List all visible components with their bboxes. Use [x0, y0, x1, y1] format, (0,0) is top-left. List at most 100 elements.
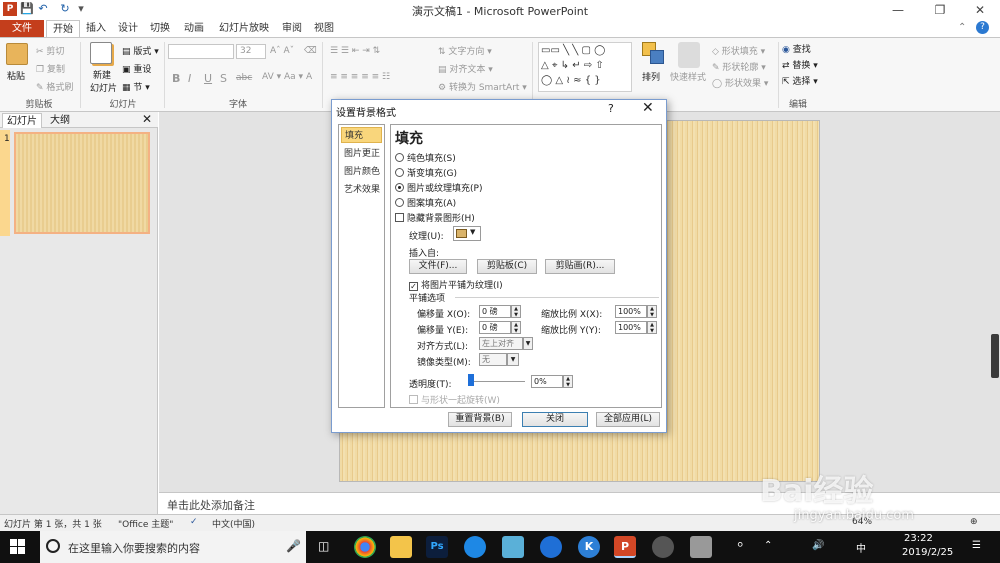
tab-slideshow[interactable]: 幻灯片放映	[214, 20, 274, 38]
tab-file[interactable]: 文件	[0, 20, 44, 38]
scale-x-input[interactable]: 100%	[615, 305, 647, 318]
cut-button[interactable]: ✂ 剪切	[36, 44, 64, 57]
align-text-button[interactable]: ▤ 对齐文本 ▾	[438, 62, 493, 75]
font-name-box[interactable]	[168, 44, 234, 59]
copy-button[interactable]: ❐ 复制	[36, 62, 65, 75]
app-icon-blue[interactable]	[464, 536, 486, 558]
bullets-icon[interactable]: ☰ ☰ ⇤ ⇥ ⇅	[330, 46, 380, 56]
ime-indicator[interactable]: 中	[856, 540, 866, 555]
rotate-with-shape-checkbox[interactable]: 与形状一起旋转(W)	[409, 393, 500, 406]
photoshop-icon[interactable]: Ps	[426, 536, 448, 558]
shape-fill-button[interactable]: ◇ 形状填充 ▾	[712, 44, 765, 57]
align-icons[interactable]: ≡ ≡ ≡ ≡ ≡ ☷	[330, 72, 390, 82]
clipboard-button[interactable]: 剪贴板(C)	[477, 259, 537, 274]
powerpoint-taskbar-icon[interactable]: P	[614, 536, 636, 558]
new-slide-button[interactable]: 新建 幻灯片	[90, 68, 117, 94]
tab-view[interactable]: 视图	[310, 20, 338, 38]
reset-button[interactable]: ▣ 重设	[122, 62, 151, 75]
nav-picture-corrections[interactable]: 图片更正	[341, 146, 382, 162]
volume-icon[interactable]: 🔊	[812, 540, 824, 551]
select-button[interactable]: ⇱ 选择 ▾	[782, 74, 818, 87]
font-size-box[interactable]: 32	[236, 44, 266, 59]
tab-home[interactable]: 开始	[46, 20, 80, 38]
text-direction-button[interactable]: ⇅ 文字方向 ▾	[438, 44, 492, 57]
clear-format-icon[interactable]: ⌫	[304, 46, 317, 56]
scale-y-input[interactable]: 100%	[615, 321, 647, 334]
tab-slides[interactable]: 幻灯片	[2, 113, 42, 128]
windows-start-icon[interactable]	[10, 539, 26, 555]
offset-x-input[interactable]: 0 磅	[479, 305, 511, 318]
zoom-in-icon[interactable]: ⊕	[970, 517, 978, 527]
close-window-button[interactable]: ✕	[960, 0, 1000, 20]
tab-transitions[interactable]: 切换	[146, 20, 174, 38]
app-icon-avatar[interactable]	[652, 536, 674, 558]
notification-icon[interactable]: ☰	[972, 540, 981, 551]
help-icon[interactable]: ?	[976, 21, 989, 34]
chrome-icon[interactable]	[354, 536, 376, 558]
strikethrough-button[interactable]: abc	[236, 73, 252, 83]
picture-fill-option[interactable]: 图片或纹理填充(P)	[395, 181, 482, 194]
minimize-button[interactable]: —	[878, 0, 918, 20]
offset-y-input[interactable]: 0 磅	[479, 321, 511, 334]
section-button[interactable]: ▦ 节 ▾	[122, 80, 150, 93]
app-icon-gray[interactable]	[690, 536, 712, 558]
app-icon-k[interactable]: K	[578, 536, 600, 558]
arrange-button[interactable]: 排列	[642, 70, 660, 83]
quick-styles-button[interactable]: 快速样式	[670, 70, 706, 83]
format-painter-button[interactable]: ✎ 格式刷	[36, 80, 73, 93]
smartart-button[interactable]: ⚙ 转换为 SmartArt ▾	[438, 80, 527, 93]
bold-button[interactable]: B	[172, 72, 180, 85]
taskbar-search[interactable]: 在这里输入你要搜索的内容 🎤	[40, 531, 306, 563]
font-color-icon[interactable]: A	[306, 72, 312, 82]
quick-styles-icon[interactable]	[678, 42, 700, 68]
pattern-fill-option[interactable]: 图案填充(A)	[395, 196, 456, 209]
microphone-icon[interactable]: 🎤	[286, 539, 301, 553]
tab-insert[interactable]: 插入	[82, 20, 110, 38]
tab-design[interactable]: 设计	[114, 20, 142, 38]
shape-outline-button[interactable]: ✎ 形状轮廓 ▾	[712, 60, 766, 73]
grow-font-icon[interactable]: Aˆ Aˇ	[270, 46, 294, 56]
reset-background-button[interactable]: 重置背景(B)	[448, 412, 512, 427]
language[interactable]: 中文(中国)	[212, 517, 255, 530]
italic-button[interactable]: I	[188, 72, 191, 85]
layout-button[interactable]: ▤ 版式 ▾	[122, 44, 159, 57]
dialog-help-button[interactable]: ?	[608, 102, 614, 115]
scale-y-spinner[interactable]: ▲ ▼	[647, 321, 657, 334]
clock-date[interactable]: 2019/2/25	[902, 547, 953, 558]
app-icon-s[interactable]	[540, 536, 562, 558]
texture-picker[interactable]: ▼	[453, 226, 481, 241]
alignment-dropdown-icon[interactable]: ▼	[523, 337, 533, 350]
clock-time[interactable]: 23:22	[904, 533, 933, 544]
transparency-input[interactable]: 0%	[531, 375, 563, 388]
shadow-button[interactable]: S	[220, 72, 227, 85]
find-button[interactable]: ◉ 查找	[782, 42, 811, 55]
close-dialog-button[interactable]: 关闭	[522, 412, 588, 427]
file-explorer-icon[interactable]	[390, 536, 412, 558]
change-case-icon[interactable]: Aa ▾	[284, 72, 303, 82]
task-view-icon[interactable]: ◫	[318, 539, 329, 553]
replace-button[interactable]: ⇄ 替换 ▾	[782, 58, 818, 71]
offset-y-spinner[interactable]: ▲ ▼	[511, 321, 521, 334]
solid-fill-option[interactable]: 纯色填充(S)	[395, 151, 456, 164]
nav-fill[interactable]: 填充	[341, 127, 382, 143]
apply-to-all-button[interactable]: 全部应用(L)	[596, 412, 660, 427]
shape-effects-button[interactable]: ◯ 形状效果 ▾	[712, 76, 768, 89]
gradient-fill-option[interactable]: 渐变填充(G)	[395, 166, 457, 179]
underline-button[interactable]: U	[204, 72, 212, 85]
char-spacing-icon[interactable]: AV ▾	[262, 72, 281, 82]
scroll-handle[interactable]	[991, 334, 999, 378]
spellcheck-icon[interactable]: ✓	[190, 517, 198, 527]
close-panel-icon[interactable]: ✕	[142, 112, 152, 126]
paste-icon[interactable]	[6, 43, 28, 65]
shapes-gallery[interactable]: ▭▭ ╲ ╲ ▢ ◯ △ ⌖ ↳ ↵ ⇨ ⇧ ◯ △ ≀ ≈ { }	[538, 42, 632, 92]
tile-texture-checkbox[interactable]: ✓ 将图片平铺为纹理(I)	[409, 278, 503, 291]
offset-x-spinner[interactable]: ▲ ▼	[511, 305, 521, 318]
mirror-type-select[interactable]: 无	[479, 353, 507, 366]
people-icon[interactable]: ⚪	[736, 540, 744, 551]
tab-review[interactable]: 审阅	[278, 20, 306, 38]
file-button[interactable]: 文件(F)...	[409, 259, 467, 274]
arrange-icon[interactable]	[642, 42, 666, 68]
scale-x-spinner[interactable]: ▲ ▼	[647, 305, 657, 318]
app-icon-cyan[interactable]	[502, 536, 524, 558]
alignment-select[interactable]: 左上对齐	[479, 337, 523, 350]
